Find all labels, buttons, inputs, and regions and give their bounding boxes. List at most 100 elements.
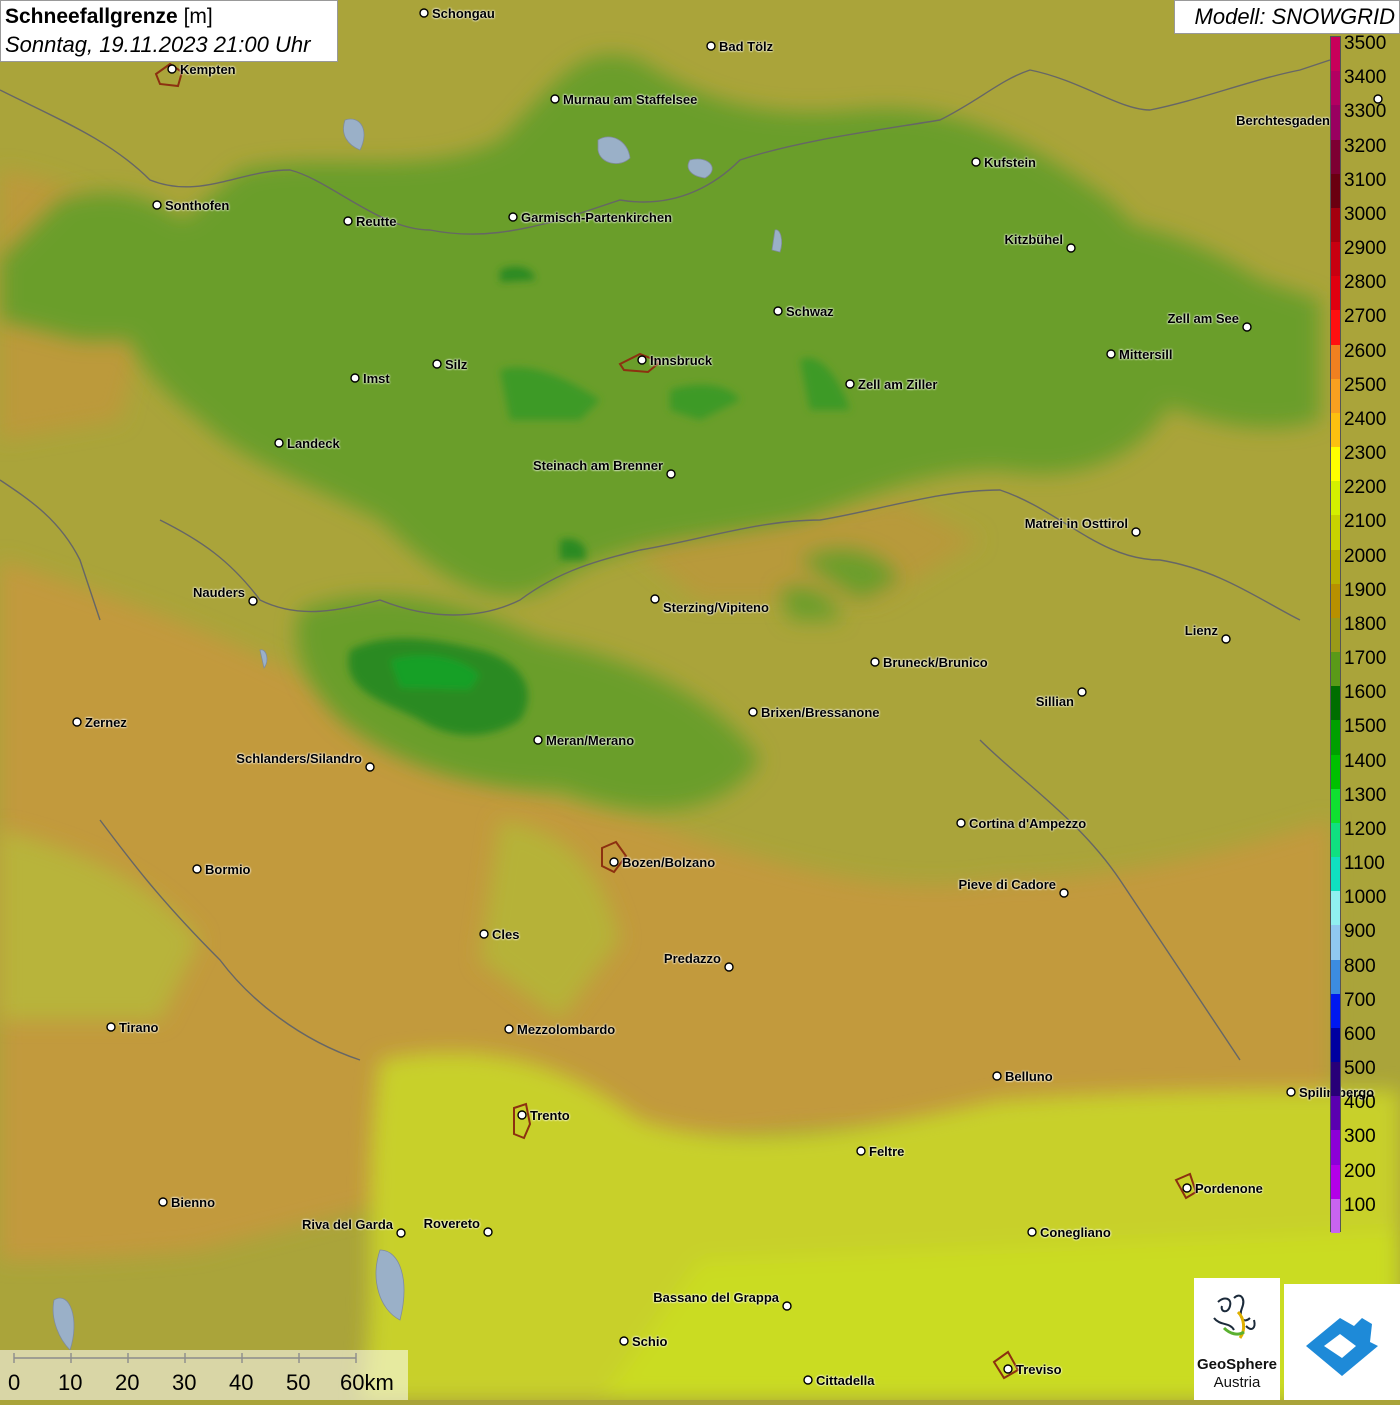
city-marker[interactable]: [158, 1197, 168, 1207]
app-logo[interactable]: [1284, 1284, 1400, 1400]
city-marker[interactable]: [845, 379, 855, 389]
city-marker[interactable]: [773, 306, 783, 316]
city-label: Meran/Merano: [546, 733, 634, 748]
city-label: Bad Tölz: [719, 39, 774, 54]
legend-color-swatch: [1331, 1062, 1340, 1097]
city-label: Bienno: [171, 1195, 215, 1210]
city-marker[interactable]: [1066, 243, 1076, 253]
legend-label: 3500: [1344, 33, 1387, 54]
city-marker[interactable]: [1286, 1087, 1296, 1097]
scale-bar: 0 10 20 30 40 50 60km: [0, 1350, 408, 1400]
city-label: Treviso: [1016, 1362, 1062, 1377]
city-label: Bozen/Bolzano: [622, 855, 715, 870]
city-marker[interactable]: [1221, 634, 1231, 644]
legend-color-swatch: [1331, 207, 1340, 243]
city-marker[interactable]: [248, 596, 258, 606]
city-marker[interactable]: [167, 64, 177, 74]
city-marker[interactable]: [1106, 349, 1116, 359]
city-label: Pordenone: [1195, 1181, 1263, 1196]
city-label: Zernez: [85, 715, 127, 730]
geosphere-logo[interactable]: GeoSphere Austria: [1194, 1278, 1280, 1400]
legend-color-swatch: [1331, 549, 1340, 585]
city-label: Zell am See: [1167, 311, 1239, 326]
city-marker[interactable]: [856, 1146, 866, 1156]
legend-label: 1600: [1344, 682, 1387, 704]
city-marker[interactable]: [1242, 322, 1252, 332]
legend-color-swatch: [1331, 37, 1340, 72]
legend-color-swatch: [1331, 378, 1340, 414]
legend-label: 3300: [1344, 101, 1387, 123]
city-label: Feltre: [869, 1144, 904, 1159]
city-marker[interactable]: [619, 1336, 629, 1346]
city-marker[interactable]: [72, 717, 82, 727]
city-marker[interactable]: [971, 157, 981, 167]
city-label: Matrei in Osttirol: [1025, 516, 1128, 531]
city-marker[interactable]: [803, 1375, 813, 1385]
city-marker[interactable]: [365, 762, 375, 772]
city-marker[interactable]: [432, 359, 442, 369]
city-marker[interactable]: [870, 657, 880, 667]
legend-label: 100: [1344, 1194, 1376, 1216]
city-marker[interactable]: [504, 1024, 514, 1034]
city-marker[interactable]: [274, 438, 284, 448]
city-marker[interactable]: [666, 469, 676, 479]
geosphere-logo-icon: [1213, 1294, 1256, 1339]
geosphere-logo-country: Austria: [1213, 1374, 1261, 1391]
map-datetime: Sonntag, 19.11.2023 21:00 Uhr: [5, 32, 311, 57]
city-marker[interactable]: [517, 1110, 527, 1120]
legend-color-swatch: [1331, 617, 1340, 653]
legend-color-swatch: [1331, 959, 1340, 995]
legend-color-swatch: [1331, 515, 1340, 551]
city-marker[interactable]: [1003, 1364, 1013, 1374]
city-marker[interactable]: [956, 818, 966, 828]
city-marker[interactable]: [419, 8, 429, 18]
city-marker[interactable]: [1077, 687, 1087, 697]
scale-tick-label: 30: [172, 1370, 197, 1395]
city-label: Cortina d'Ampezzo: [969, 816, 1086, 831]
city-marker[interactable]: [1027, 1227, 1037, 1237]
city-marker[interactable]: [748, 707, 758, 717]
legend-label: 2100: [1344, 511, 1387, 533]
snowfall-line-map[interactable]: Schongau Bad Tölz Kempten Murnau am Staffel…: [0, 0, 1400, 1400]
city-label: Kitzbühel: [1005, 232, 1064, 247]
city-marker[interactable]: [343, 216, 353, 226]
city-marker[interactable]: [609, 857, 619, 867]
city-label: Kufstein: [984, 155, 1036, 170]
city-marker[interactable]: [396, 1228, 406, 1238]
city-marker[interactable]: [106, 1022, 116, 1032]
legend-label: 2000: [1344, 545, 1387, 567]
city-marker[interactable]: [650, 594, 660, 604]
city-label: Nauders: [193, 585, 245, 600]
city-label: Imst: [363, 371, 390, 386]
city-marker[interactable]: [152, 200, 162, 210]
city-marker[interactable]: [479, 929, 489, 939]
city-marker[interactable]: [533, 735, 543, 745]
legend-label: 2400: [1344, 408, 1387, 430]
city-marker[interactable]: [483, 1227, 493, 1237]
scale-tick-label: 0: [8, 1370, 21, 1395]
city-marker[interactable]: [192, 864, 202, 874]
city-marker[interactable]: [992, 1071, 1002, 1081]
legend-label: 900: [1344, 921, 1376, 943]
legend-label: 1500: [1344, 716, 1387, 738]
city-marker[interactable]: [637, 355, 647, 365]
city-label: Pieve di Cadore: [958, 877, 1056, 892]
city-label: Rovereto: [424, 1216, 480, 1231]
legend-label: 600: [1344, 1023, 1376, 1045]
city-marker[interactable]: [508, 212, 518, 222]
city-marker[interactable]: [724, 962, 734, 972]
city-marker[interactable]: [550, 94, 560, 104]
scale-tick-label: 10: [58, 1370, 83, 1395]
city-marker[interactable]: [782, 1301, 792, 1311]
city-label: Trento: [530, 1108, 570, 1123]
city-marker[interactable]: [1182, 1183, 1192, 1193]
city-marker[interactable]: [350, 373, 360, 383]
city-marker[interactable]: [706, 41, 716, 51]
city-label: Kempten: [180, 62, 236, 77]
legend-color-swatch: [1331, 720, 1340, 756]
city-marker[interactable]: [1059, 888, 1069, 898]
map-title-unit: [m]: [183, 5, 213, 28]
legend-color-swatch: [1331, 105, 1340, 140]
city-marker[interactable]: [1131, 527, 1141, 537]
legend-color-swatch: [1331, 788, 1340, 824]
